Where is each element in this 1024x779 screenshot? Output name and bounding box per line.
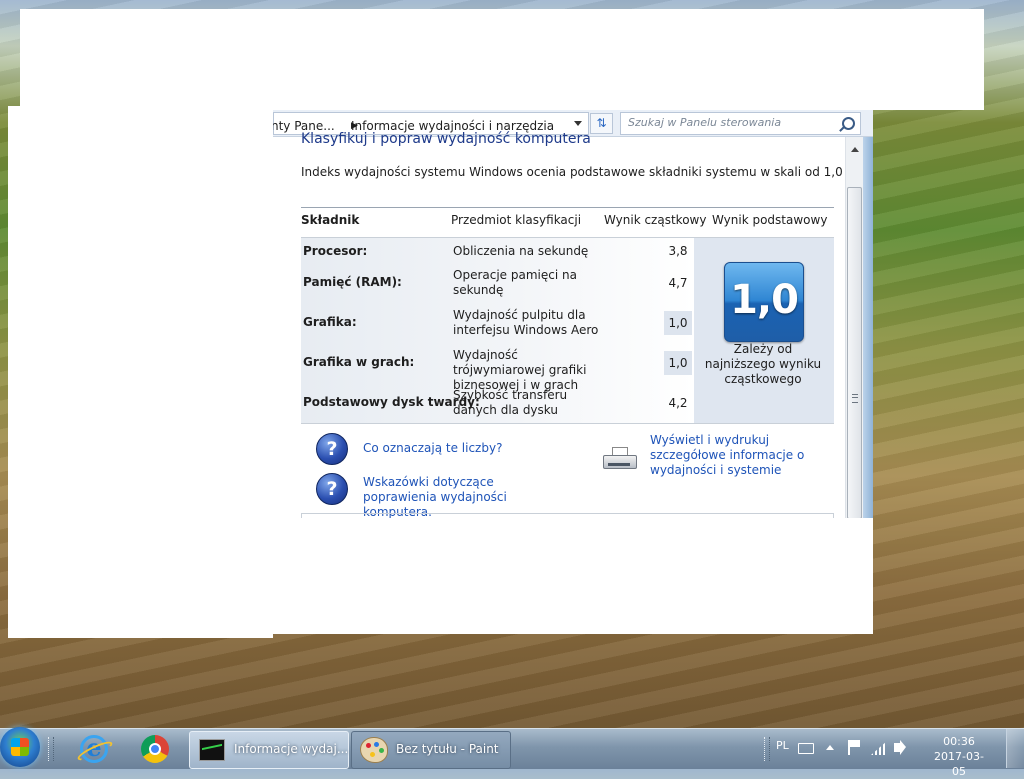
show-hidden-icons-icon[interactable] <box>826 745 834 750</box>
row-subject: Operacje pamięci na sekundę <box>453 268 577 297</box>
show-desktop-button[interactable] <box>1006 729 1024 768</box>
row-score: 3,8 <box>668 244 688 258</box>
refresh-button[interactable]: ⇅ <box>590 113 613 134</box>
help-question-icon[interactable]: ? <box>316 433 348 465</box>
table-row: Grafika w grach: Wydajność trójwymiarowe… <box>301 344 694 392</box>
task-label: Informacje wydaj... <box>234 742 349 756</box>
clock[interactable]: 00:36 2017-03-05 <box>928 734 990 779</box>
search-placeholder: Szukaj w Panelu sterowania <box>628 116 782 129</box>
row-component: Procesor: <box>303 244 368 258</box>
table-row: Pamięć (RAM): Operacje pamięci na sekund… <box>301 264 694 304</box>
clock-date: 2017-03-05 <box>934 750 984 778</box>
search-icon[interactable] <box>842 117 855 130</box>
pinned-ie[interactable] <box>72 731 116 767</box>
white-overlay-left <box>8 106 273 638</box>
base-score-value: 1,0 <box>730 277 799 323</box>
header-subject: Przedmiot klasyfikacji <box>451 213 582 227</box>
search-input[interactable]: Szukaj w Panelu sterowania <box>620 112 861 135</box>
row-component: Grafika w grach: <box>303 355 415 369</box>
what-numbers-mean-link[interactable]: Co oznaczają te liczby? <box>363 441 502 456</box>
control-panel-window: nty Pane... ▶ Informacje wydajności i na… <box>273 110 873 518</box>
table-top-rule <box>301 207 834 208</box>
row-score: 4,2 <box>668 396 688 410</box>
bottom-section-border <box>301 513 834 518</box>
header-component: Składnik <box>301 213 360 227</box>
intro-text: Indeks wydajności systemu Windows ocenia… <box>301 165 873 179</box>
scrollbar-grip-icon <box>852 394 858 403</box>
print-details-link[interactable]: Wyświetl i wydrukuj szczegółowe informac… <box>650 433 840 478</box>
tray-grip[interactable] <box>764 737 770 761</box>
task-performance-info[interactable]: Informacje wydaj... <box>189 731 349 769</box>
start-button[interactable] <box>0 727 40 767</box>
vertical-scrollbar[interactable] <box>845 137 863 518</box>
white-overlay-top <box>20 9 984 110</box>
performance-monitor-icon <box>199 739 225 761</box>
row-component: Grafika: <box>303 315 357 329</box>
internet-explorer-icon <box>80 733 108 763</box>
page-heading: Klasyfikuj i popraw wydajność komputera <box>301 131 591 147</box>
row-score: 1,0 <box>664 351 692 375</box>
pinned-chrome[interactable] <box>133 731 177 767</box>
action-center-flag-icon[interactable] <box>848 740 860 755</box>
paint-palette-icon <box>360 737 388 763</box>
clock-time: 00:36 <box>943 735 975 748</box>
refresh-icon: ⇅ <box>596 116 607 130</box>
header-basescore: Wynik podstawowy <box>712 213 828 227</box>
scroll-up-icon[interactable] <box>851 147 859 152</box>
row-subject: Szybkość transferu danych dla dysku <box>453 388 568 417</box>
row-subject: Obliczenia na sekundę <box>453 244 589 258</box>
taskbar: Informacje wydaj... Bez tytułu - Paint P… <box>0 727 1024 778</box>
content-area: Klasyfikuj i popraw wydajność komputera … <box>273 131 873 518</box>
white-overlay-bottom <box>273 518 873 634</box>
network-signal-icon[interactable] <box>871 741 887 755</box>
taskbar-grip[interactable] <box>48 737 54 761</box>
help-question-icon[interactable]: ? <box>316 473 348 505</box>
row-component: Pamięć (RAM): <box>303 275 402 289</box>
table-bottom-rule <box>301 423 834 424</box>
window-frame-right <box>863 137 873 518</box>
address-dropdown-icon[interactable] <box>574 121 582 126</box>
task-paint[interactable]: Bez tytułu - Paint <box>351 731 511 769</box>
row-subject: Wydajność pulpitu dla interfejsu Windows… <box>453 308 599 337</box>
table-row: Procesor: Obliczenia na sekundę 3,8 <box>301 238 694 264</box>
table-row: Grafika: Wydajność pulpitu dla interfejs… <box>301 304 694 344</box>
scrollbar-thumb[interactable] <box>847 187 862 518</box>
tips-link[interactable]: Wskazówki dotyczące poprawienia wydajnoś… <box>363 475 563 518</box>
chrome-icon <box>141 735 169 763</box>
printer-icon[interactable] <box>603 447 637 469</box>
base-score-note: Zależy od najniższego wyniku cząstkowego <box>704 342 822 386</box>
keyboard-icon[interactable] <box>798 743 814 754</box>
table-row: Podstawowy dysk twardy: Szybkość transfe… <box>301 384 694 424</box>
task-label: Bez tytułu - Paint <box>396 742 499 756</box>
row-score: 4,7 <box>668 276 688 290</box>
language-indicator[interactable]: PL <box>776 739 789 752</box>
header-subscore: Wynik cząstkowy <box>604 213 707 227</box>
base-score-badge: 1,0 <box>724 262 804 342</box>
row-score: 1,0 <box>664 311 692 335</box>
volume-icon[interactable] <box>894 740 906 755</box>
